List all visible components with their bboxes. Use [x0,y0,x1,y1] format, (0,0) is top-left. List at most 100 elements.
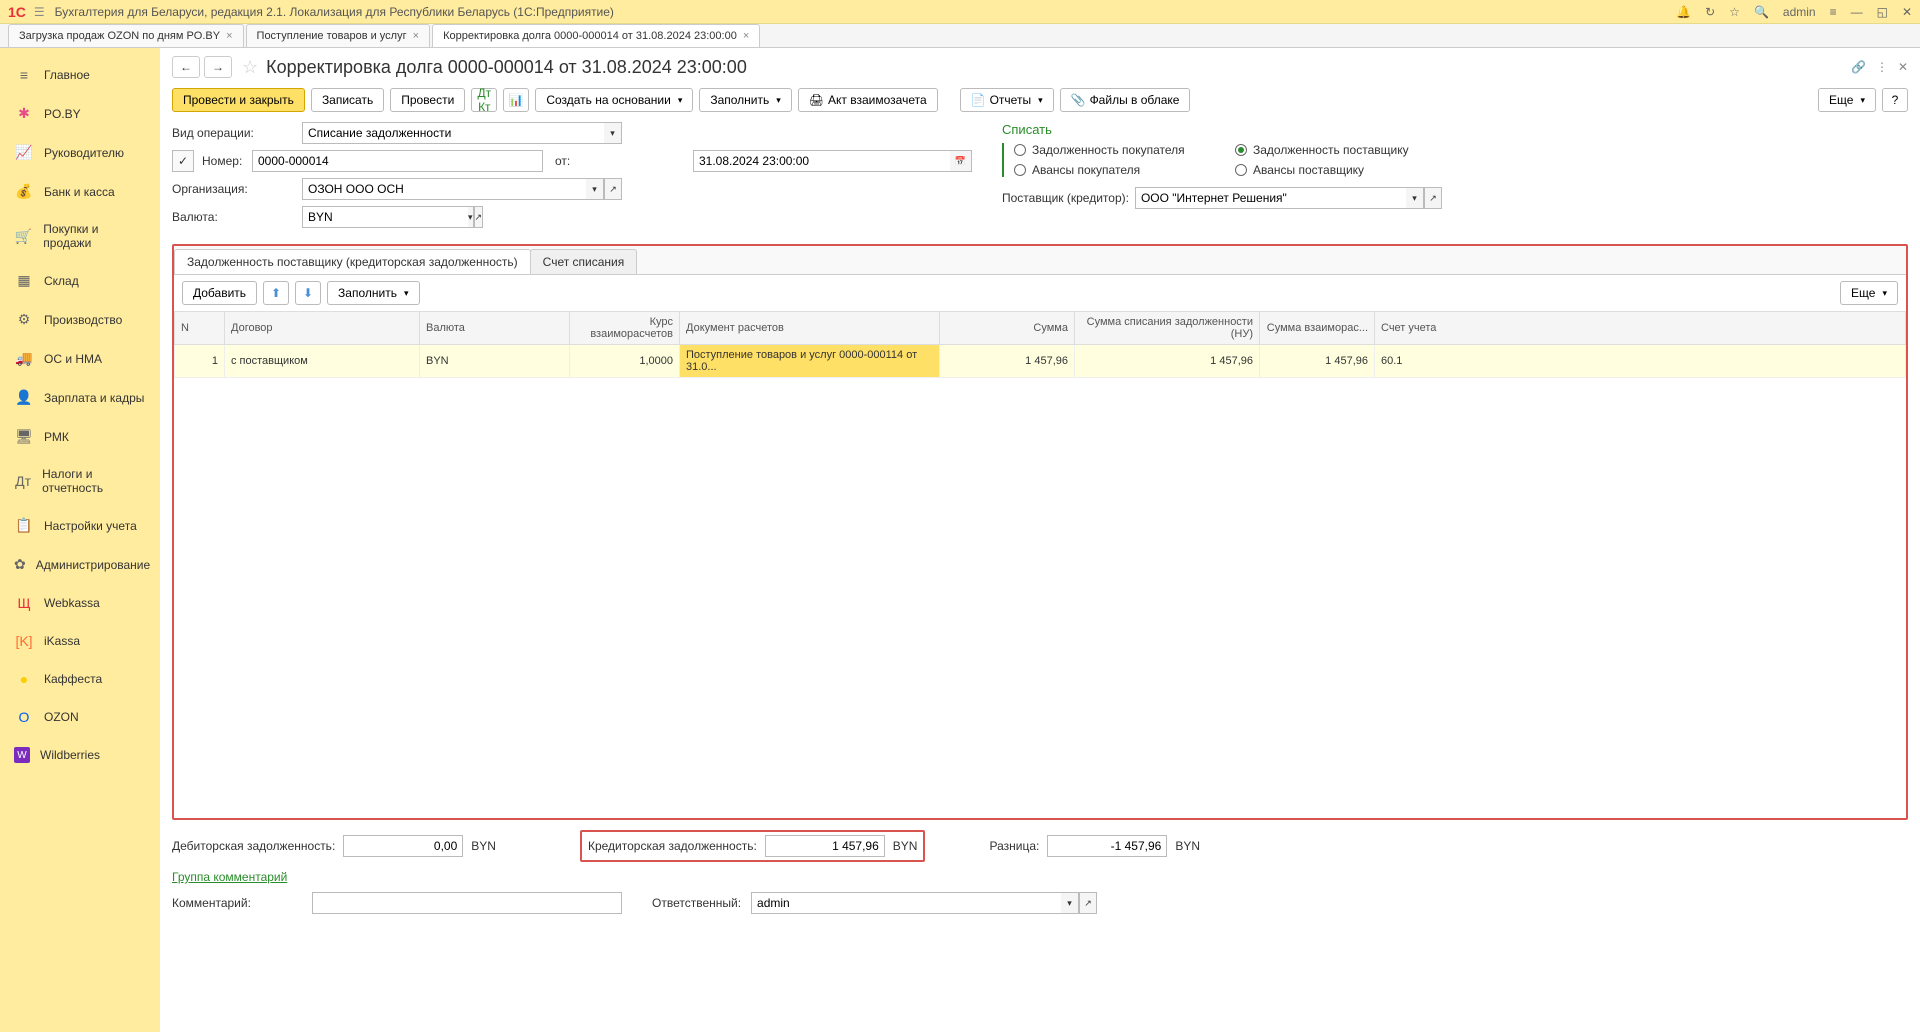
radio-label: Авансы поставщику [1253,163,1364,177]
radio-customer-advance[interactable]: Авансы покупателя [1014,163,1221,177]
radio-customer-debt[interactable]: Задолженность покупателя [1014,143,1221,157]
move-up-button[interactable]: ⬆ [263,281,289,305]
tab-close-icon[interactable]: × [226,30,232,42]
sidebar-item-ikassa[interactable]: [K]iKassa [0,622,160,660]
table-row[interactable]: 1 с поставщиком BYN 1,0000 Поступление т… [175,345,1906,378]
history-icon[interactable]: ↻ [1705,5,1715,19]
write-button[interactable]: Записать [311,88,384,112]
move-down-button[interactable]: ⬇ [295,281,321,305]
sidebar-item-bank[interactable]: 💰Банк и касса [0,172,160,211]
search-icon[interactable]: 🔍 [1754,5,1769,19]
app-logo: 1С [8,4,26,20]
sidebar-item-ozon[interactable]: OOZON [0,698,160,736]
print-button[interactable]: 📊 [503,88,529,112]
tab-creditor-debt[interactable]: Задолженность поставщику (кредиторская з… [174,249,531,274]
col-doc[interactable]: Документ расчетов [680,312,940,345]
tab-debt-correction[interactable]: Корректировка долга 0000-000014 от 31.08… [432,24,760,47]
more-button[interactable]: Еще▾ [1818,88,1876,112]
sidebar-item-poby[interactable]: ✱PO.BY [0,94,160,133]
reports-button[interactable]: 📄 Отчеты▾ [960,88,1054,112]
comment-input[interactable] [312,892,622,914]
radio-supplier-advance[interactable]: Авансы поставщику [1235,163,1442,177]
sidebar-item-taxes[interactable]: ДтНалоги и отчетность [0,456,160,506]
open-icon[interactable]: ↗ [1079,892,1097,914]
star-icon[interactable]: ☆ [1729,5,1740,19]
add-row-button[interactable]: Добавить [182,281,257,305]
sidebar-item-admin[interactable]: ✿Администрирование [0,545,160,584]
tab-goods-receipt[interactable]: Поступление товаров и услуг × [246,24,431,47]
tab-label: Корректировка долга 0000-000014 от 31.08… [443,30,737,42]
sidebar-item-warehouse[interactable]: ▦Склад [0,261,160,300]
minimize-icon[interactable]: — [1851,5,1863,19]
dropdown-icon[interactable]: ▾ [1061,892,1079,914]
help-button[interactable]: ? [1882,88,1908,112]
hamburger-icon[interactable]: ☰ [34,5,45,19]
dt-icon: Дт [14,473,32,489]
user-label[interactable]: admin [1783,5,1816,19]
sidebar-item-wildberries[interactable]: WWildberries [0,736,160,774]
link-icon[interactable]: 🔗 [1851,60,1866,74]
settings-icon[interactable]: ≡ [1830,5,1837,19]
dtkt-button[interactable]: ДтКт [471,88,497,112]
open-icon[interactable]: ↗ [474,206,484,228]
nav-forward-button[interactable]: → [204,56,232,78]
sidebar-item-settings[interactable]: 📋Настройки учета [0,506,160,545]
sidebar-item-kaffesta[interactable]: ●Каффеста [0,660,160,698]
col-sum-mutual[interactable]: Сумма взаиморас... [1260,312,1375,345]
dropdown-icon[interactable]: ▾ [1406,187,1424,209]
offset-act-button[interactable]: 🖨 Акт взаимозачета [798,88,938,112]
fill-button[interactable]: Заполнить▾ [699,88,791,112]
col-sum[interactable]: Сумма [940,312,1075,345]
grid-icon: ▦ [14,272,34,289]
close-icon[interactable]: ✕ [1902,5,1912,19]
sidebar-item-webkassa[interactable]: ЩWebkassa [0,584,160,622]
operation-label: Вид операции: [172,126,302,140]
operation-input[interactable] [302,122,604,144]
col-sum-nu[interactable]: Сумма списания задолженности (НУ) [1075,312,1260,345]
comments-group-link[interactable]: Группа комментарий [160,866,1920,888]
col-contract[interactable]: Договор [225,312,420,345]
col-rate[interactable]: Курс взаиморасчетов [570,312,680,345]
kebab-icon[interactable]: ⋮ [1876,60,1888,74]
nav-back-button[interactable]: ← [172,56,200,78]
tab-ozon-load[interactable]: Загрузка продаж OZON по дням PO.BY × [8,24,244,47]
calendar-icon[interactable]: 📅 [950,150,972,172]
col-n[interactable]: N [175,312,225,345]
sidebar-item-production[interactable]: ⚙Производство [0,300,160,339]
date-label: от: [555,154,685,168]
tab-close-icon[interactable]: × [413,30,419,42]
number-input[interactable] [252,150,543,172]
radio-supplier-debt[interactable]: Задолженность поставщику [1235,143,1442,157]
col-currency[interactable]: Валюта [420,312,570,345]
sidebar-item-main[interactable]: ≡Главное [0,56,160,94]
org-input[interactable] [302,178,586,200]
table-fill-button[interactable]: Заполнить▾ [327,281,419,305]
post-button[interactable]: Провести [390,88,465,112]
post-and-close-button[interactable]: Провести и закрыть [172,88,305,112]
create-based-button[interactable]: Создать на основании▾ [535,88,693,112]
sidebar-item-sales[interactable]: 🛒Покупки и продажи [0,211,160,261]
table-more-button[interactable]: Еще▾ [1840,281,1898,305]
tab-writeoff-account[interactable]: Счет списания [530,249,638,274]
page-close-icon[interactable]: ✕ [1898,60,1908,74]
sidebar-item-rmk[interactable]: 🖥РМК [0,417,160,456]
dropdown-icon[interactable]: ▾ [604,122,622,144]
sidebar-item-manager[interactable]: 📈Руководителю [0,133,160,172]
dropdown-icon[interactable]: ▾ [586,178,604,200]
restore-icon[interactable]: ◱ [1877,5,1888,19]
col-account[interactable]: Счет учета [1375,312,1906,345]
open-icon[interactable]: ↗ [604,178,622,200]
files-button[interactable]: 📎 Файлы в облаке [1060,88,1191,112]
tab-close-icon[interactable]: × [743,30,749,42]
date-input[interactable] [693,150,950,172]
sidebar-item-label: ОС и НМА [44,352,102,366]
responsible-input[interactable] [751,892,1061,914]
open-icon[interactable]: ↗ [1424,187,1442,209]
favorite-icon[interactable]: ☆ [242,57,258,78]
currency-input[interactable] [302,206,468,228]
sidebar-item-hr[interactable]: 👤Зарплата и кадры [0,378,160,417]
cell-doc[interactable]: Поступление товаров и услуг 0000-000114 … [680,345,940,378]
bell-icon[interactable]: 🔔 [1676,5,1691,19]
sidebar-item-assets[interactable]: 🚚ОС и НМА [0,339,160,378]
supplier-input[interactable] [1135,187,1406,209]
